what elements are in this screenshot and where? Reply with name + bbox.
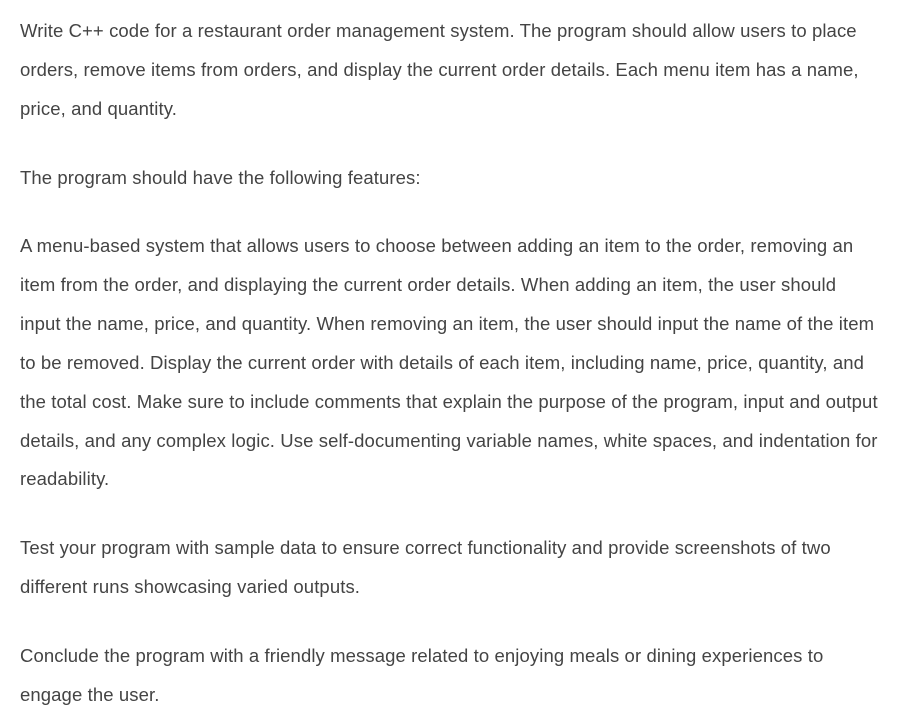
paragraph-testing: Test your program with sample data to en… (20, 529, 878, 607)
paragraph-features-heading: The program should have the following fe… (20, 159, 878, 198)
paragraph-features-details: A menu-based system that allows users to… (20, 227, 878, 499)
paragraph-intro: Write C++ code for a restaurant order ma… (20, 12, 878, 129)
paragraph-conclusion: Conclude the program with a friendly mes… (20, 637, 878, 715)
